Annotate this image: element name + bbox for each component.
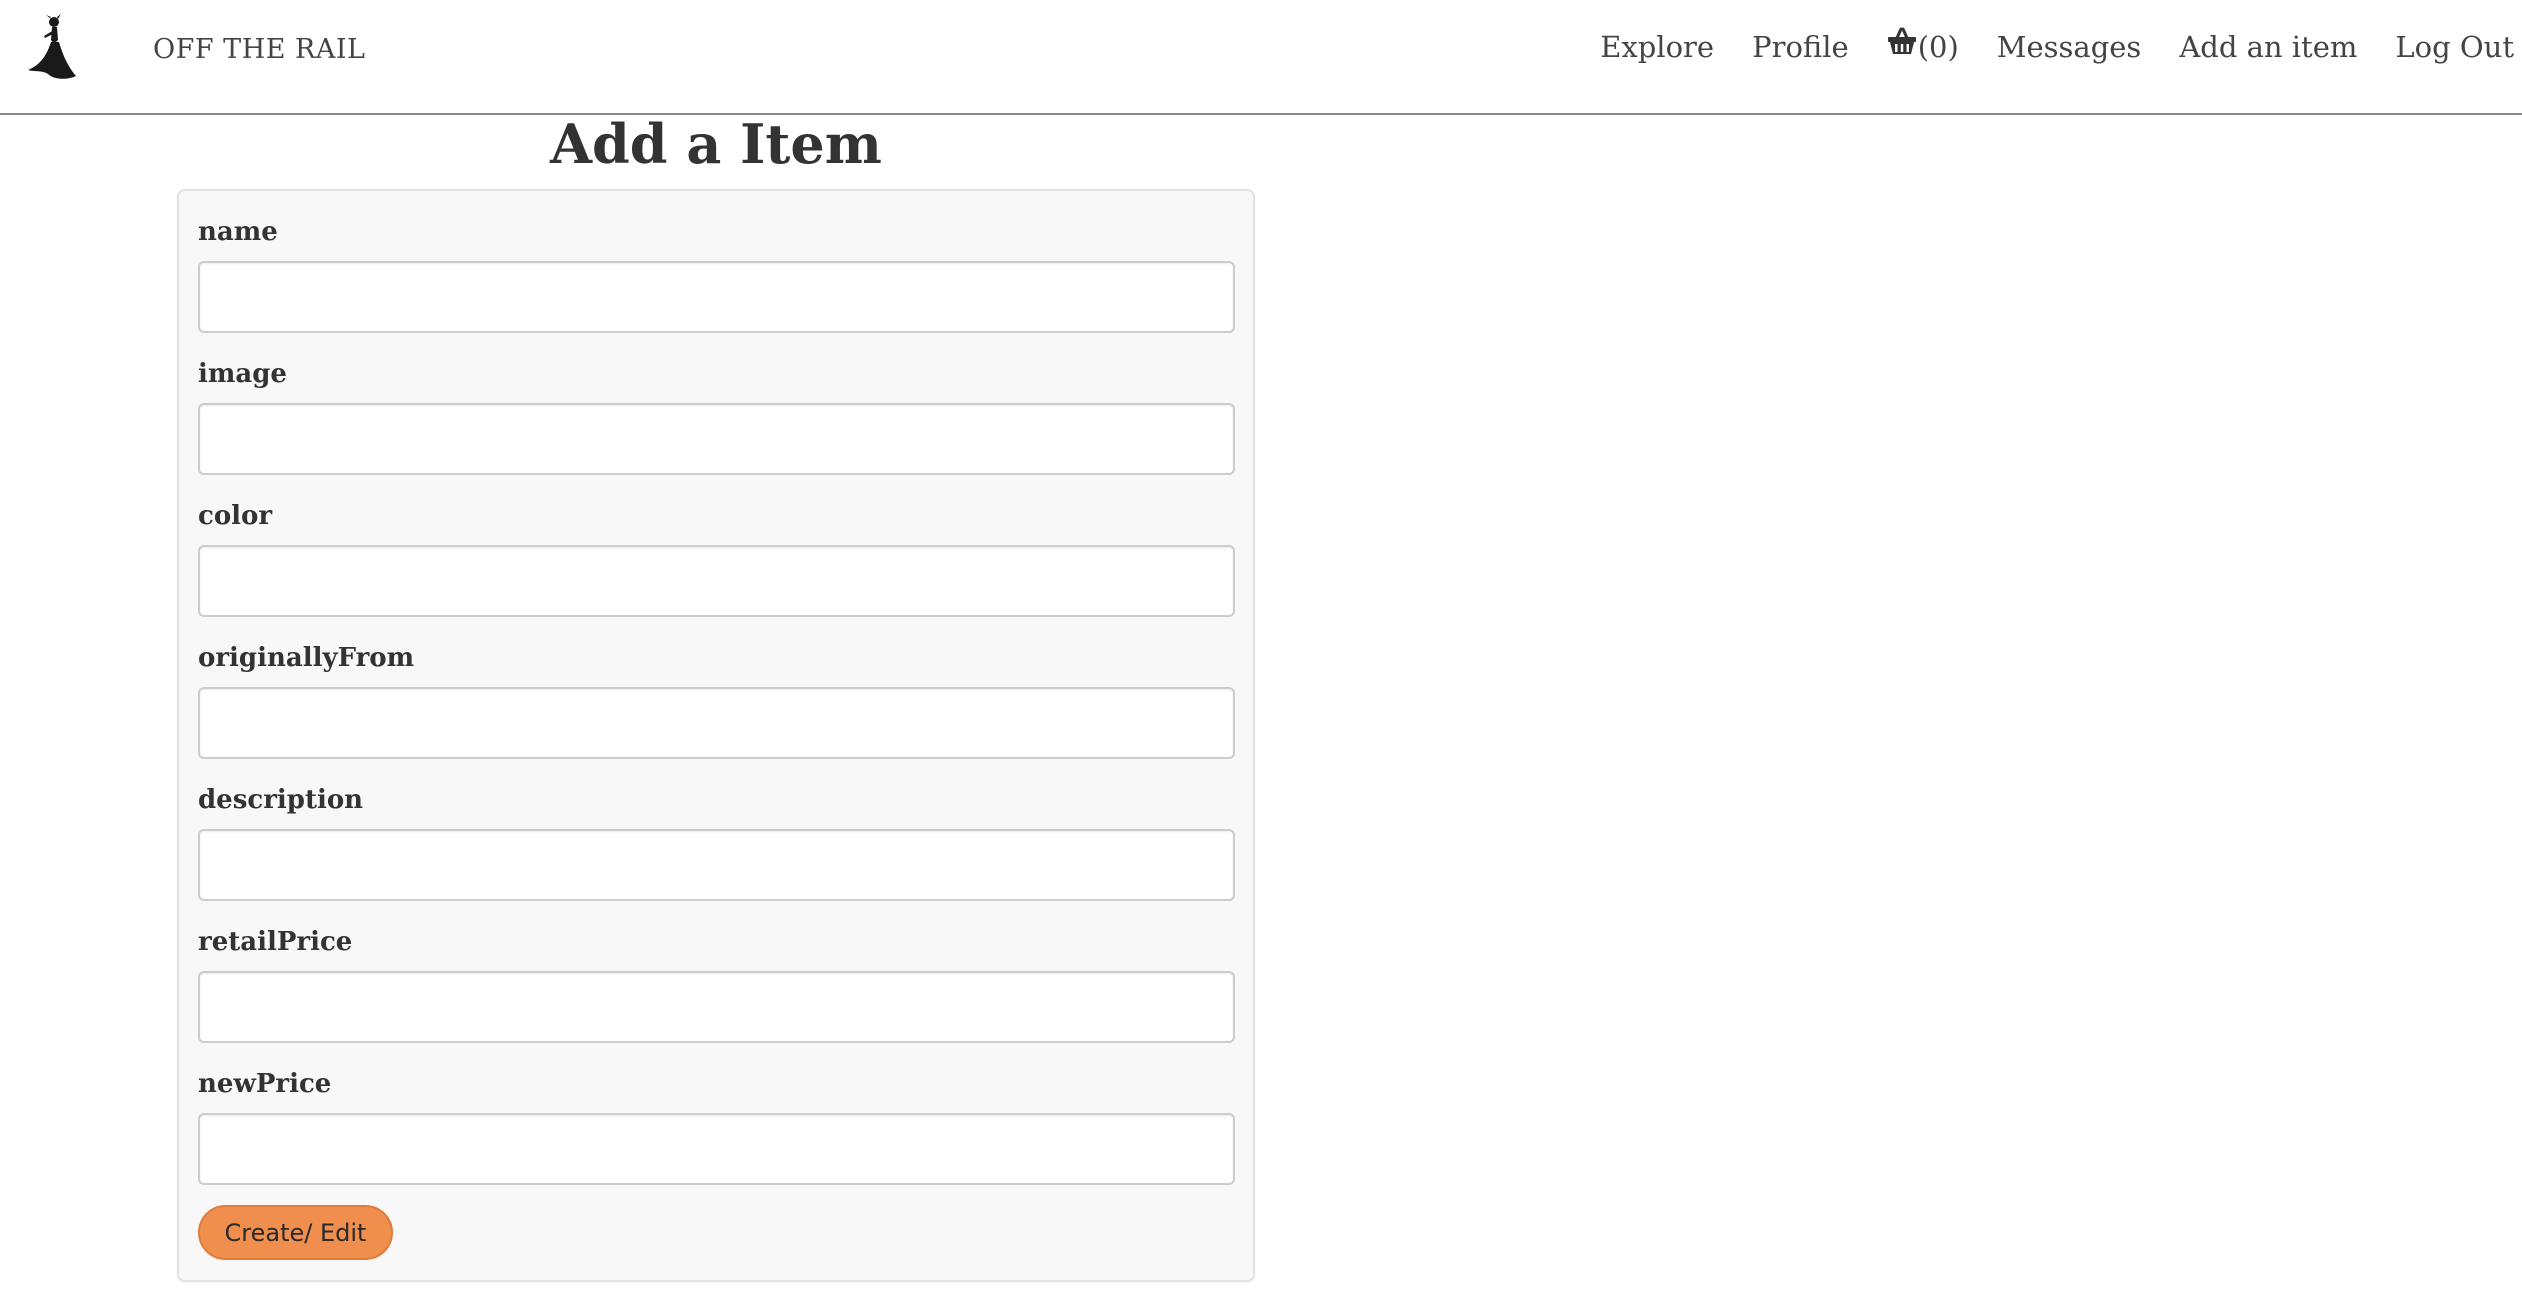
basket-icon xyxy=(1887,27,1916,54)
nav-cart[interactable]: (0) xyxy=(1887,27,1959,64)
nav-add-item[interactable]: Add an item xyxy=(2179,30,2357,64)
add-item-form: name image color originallyFrom descript… xyxy=(177,189,1255,1282)
nav-logout[interactable]: Log Out xyxy=(2395,30,2514,64)
cart-count: (0) xyxy=(1917,30,1959,64)
top-navbar: OFF THE RAIL Explore Profile (0) Message… xyxy=(0,0,2522,115)
image-label: image xyxy=(198,359,287,389)
new-price-input[interactable] xyxy=(198,1113,1235,1185)
nav-messages[interactable]: Messages xyxy=(1997,30,2142,64)
name-label: name xyxy=(198,217,278,247)
dancer-silhouette-icon[interactable] xyxy=(24,14,80,84)
retail-price-input[interactable] xyxy=(198,971,1235,1043)
color-input[interactable] xyxy=(198,545,1235,617)
create-edit-button[interactable]: Create/ Edit xyxy=(198,1205,393,1260)
originally-from-label: originallyFrom xyxy=(198,643,415,673)
page-title: Add a Item xyxy=(550,112,882,176)
name-input[interactable] xyxy=(198,261,1235,333)
nav-explore[interactable]: Explore xyxy=(1600,30,1714,64)
retail-price-label: retailPrice xyxy=(198,927,353,957)
nav-links: Explore Profile (0) Messages Add an item… xyxy=(1562,27,2514,64)
color-label: color xyxy=(198,501,273,531)
description-input[interactable] xyxy=(198,829,1235,901)
description-label: description xyxy=(198,785,364,815)
brand-name[interactable]: OFF THE RAIL xyxy=(153,34,365,65)
image-input[interactable] xyxy=(198,403,1235,475)
originally-from-input[interactable] xyxy=(198,687,1235,759)
new-price-label: newPrice xyxy=(198,1069,332,1099)
nav-profile[interactable]: Profile xyxy=(1752,30,1849,64)
